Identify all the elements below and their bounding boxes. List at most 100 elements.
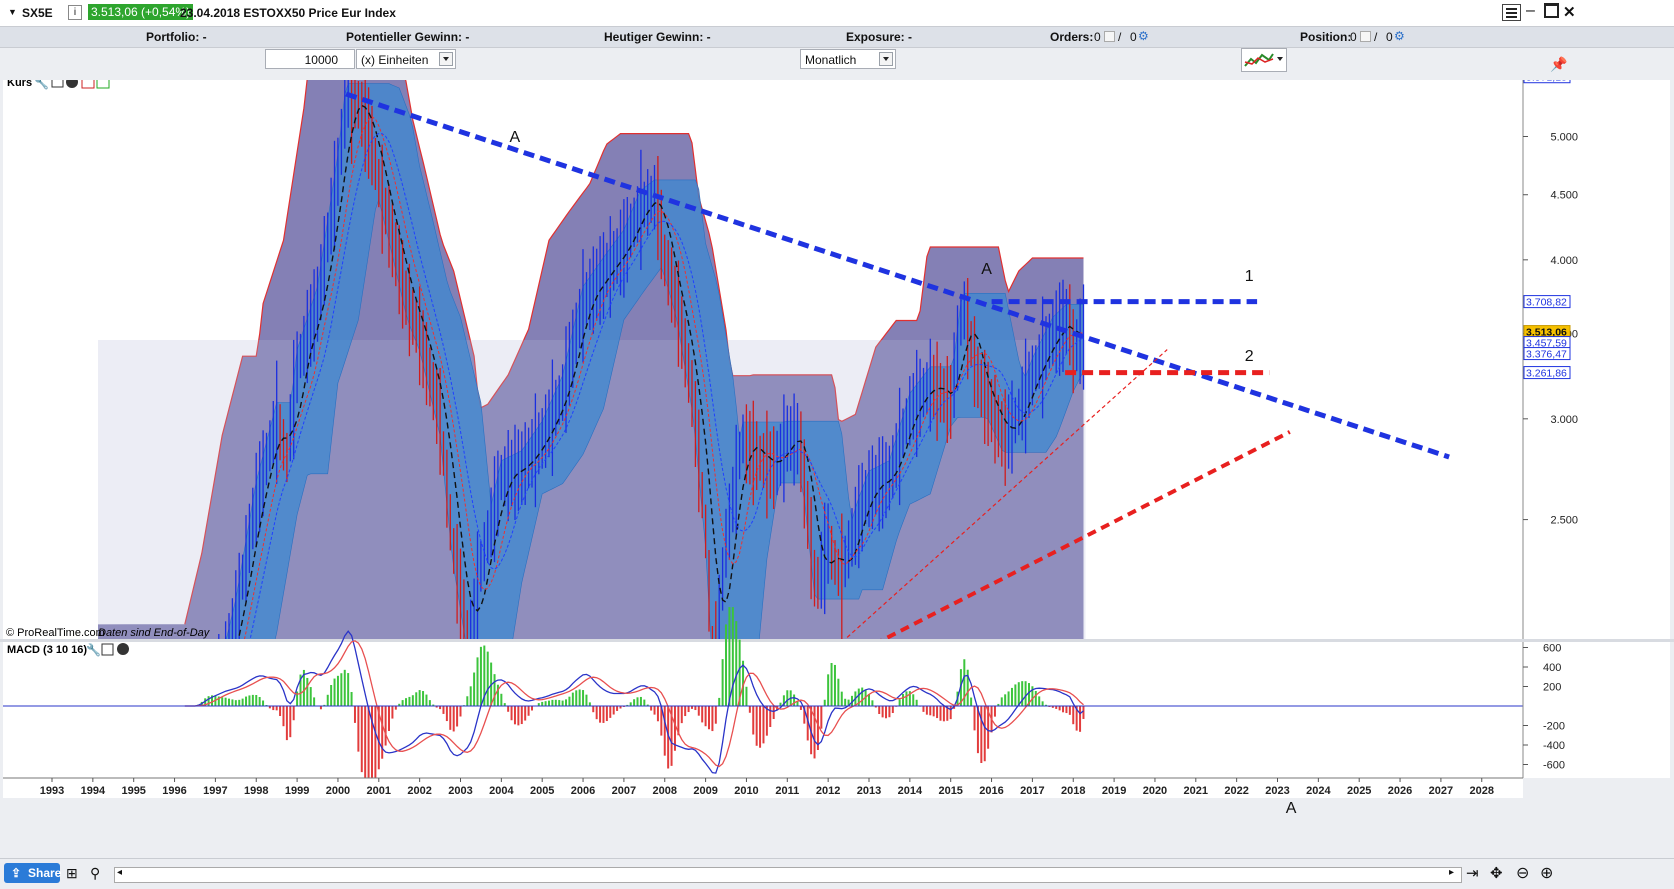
move-up-icon[interactable]	[96, 80, 110, 89]
macd-tick-label: 600	[1543, 643, 1561, 655]
wrench-icon[interactable]: 🔧	[86, 642, 101, 657]
x-tick-label: 2014	[898, 785, 923, 797]
value-label: 5.571,18	[1526, 80, 1567, 84]
annotation-label: 2	[1245, 348, 1254, 365]
close-icon[interactable]: ✕	[1563, 3, 1576, 21]
x-tick-label: 2006	[571, 785, 595, 797]
share-label: Share	[28, 866, 62, 880]
x-tick-label: 2011	[775, 785, 799, 797]
chart-type-icon	[1244, 53, 1274, 67]
potential-gain-label: Potentieller Gewinn: -	[346, 30, 470, 44]
wrench-icon[interactable]: 🔧	[34, 80, 49, 90]
x-tick-label: 2024	[1306, 785, 1331, 797]
macd-tick-label: 400	[1543, 662, 1561, 674]
unit-select[interactable]: (x) Einheiten	[356, 49, 456, 69]
eod-note: Daten sind End-of-Day	[98, 627, 211, 639]
macd-tick-label: -200	[1543, 721, 1565, 733]
chevron-down-icon	[1274, 53, 1288, 67]
macd-tick-label: 200	[1543, 682, 1561, 694]
orders-settings-icon[interactable]: ⚙	[1138, 29, 1149, 43]
x-tick-label: 2005	[530, 785, 554, 797]
position-close-icon[interactable]	[1360, 31, 1371, 42]
x-tick-label: 2009	[693, 785, 717, 797]
x-tick-label: 1993	[40, 785, 64, 797]
scroll-left-icon[interactable]: ◂	[117, 867, 122, 878]
zoom-out-icon[interactable]: ⊖	[1516, 863, 1529, 883]
interval-select[interactable]: Monatlich	[800, 49, 896, 69]
symbol-dropdown-icon[interactable]: ▼	[8, 7, 17, 17]
portfolio-info-bar: Portfolio: - Potentieller Gewinn: - Heut…	[0, 27, 1674, 48]
scroll-right-icon[interactable]: ▸	[1449, 867, 1454, 878]
cursor-settings-icon[interactable]: ⚲	[90, 865, 100, 882]
annotation-label: A	[510, 129, 521, 146]
macd-tick-label: -600	[1543, 760, 1565, 772]
x-tick-label: 2023	[1265, 785, 1289, 797]
orders-close-icon[interactable]	[1104, 31, 1115, 42]
y-tick-label: 5.000	[1550, 132, 1578, 144]
today-gain-label: Heutiger Gewinn: -	[604, 30, 711, 44]
x-tick-label: 2027	[1429, 785, 1453, 797]
maximize-icon[interactable]	[1544, 3, 1559, 18]
x-tick-label: 2013	[857, 785, 881, 797]
annotation-label: A	[981, 261, 992, 278]
x-tick-label: 1996	[162, 785, 186, 797]
x-tick-label: 2015	[938, 785, 962, 797]
position-settings-icon[interactable]: ⚙	[1394, 29, 1405, 43]
orders-value-1: 0	[1094, 30, 1101, 44]
x-tick-label: 2002	[407, 785, 431, 797]
time-scrollbar[interactable]: ◂ ▸	[114, 867, 1462, 883]
window-icon[interactable]	[101, 643, 114, 656]
symbol-name[interactable]: SX5E	[22, 6, 53, 20]
window-icon[interactable]	[51, 80, 64, 88]
scroll-end-icon[interactable]: ⇥	[1466, 864, 1479, 882]
value-label: 3.708,82	[1526, 297, 1567, 309]
x-tick-label: 2001	[367, 785, 391, 797]
zoom-in-icon[interactable]: ⊕	[1540, 863, 1553, 883]
value-label: 3.261,86	[1526, 368, 1567, 380]
macd-panel-tools: 🔧	[86, 642, 129, 657]
drag-icon[interactable]: ✥	[1490, 864, 1503, 882]
chart-type-button[interactable]	[1241, 48, 1287, 72]
minimize-icon[interactable]: ‒	[1526, 2, 1535, 20]
x-tick-label: 2017	[1020, 785, 1044, 797]
x-tick-label: 2004	[489, 785, 514, 797]
x-tick-label: 2020	[1143, 785, 1167, 797]
control-bar: 10000 (x) Einheiten Monatlich 📌	[0, 48, 1674, 78]
price-panel-title: Kurs	[7, 80, 32, 89]
y-tick-label: 2.500	[1550, 515, 1578, 527]
x-tick-label: 2003	[448, 785, 472, 797]
x-tick-label: 2007	[612, 785, 636, 797]
x-tick-label: 2008	[653, 785, 677, 797]
grid-icon[interactable]: ⊞	[66, 865, 78, 882]
x-tick-label: 1998	[244, 785, 268, 797]
quantity-input[interactable]: 10000	[265, 49, 355, 69]
annotation-label: A	[1286, 800, 1297, 817]
share-icon: ⇪	[11, 866, 22, 880]
orders-value-2: 0	[1130, 30, 1137, 44]
position-label: Position:	[1300, 30, 1352, 44]
chart-area: AAA12 2.0002.5003.0003.5004.0004.5005.00…	[0, 80, 1674, 870]
position-value-1: 0	[1350, 30, 1357, 44]
interval-value: Monatlich	[805, 53, 857, 67]
chevron-down-icon	[439, 52, 453, 66]
x-tick-label: 2025	[1347, 785, 1371, 797]
position-value-2: 0	[1386, 30, 1393, 44]
bottom-bar: Share ⇪ ⊞ ⚲ ◂ ▸ ⇥ ✥ ⊖ ⊕	[0, 858, 1674, 889]
remove-icon[interactable]	[117, 643, 129, 655]
annotation-label: 1	[1245, 268, 1254, 285]
y-tick-label: 4.500	[1550, 190, 1578, 202]
info-icon[interactable]: i	[68, 5, 82, 20]
time-axis-bg	[3, 778, 1523, 798]
x-tick-label: 2019	[1102, 785, 1126, 797]
chart-title: 23.04.2018 ESTOXX50 Price Eur Index	[180, 6, 396, 20]
x-tick-label: 2000	[326, 785, 350, 797]
y-tick-label: 3.000	[1550, 414, 1578, 426]
pin-icon[interactable]: 📌	[1550, 56, 1567, 73]
menu-icon[interactable]	[1502, 4, 1521, 21]
orders-label: Orders:	[1050, 30, 1094, 44]
share-button[interactable]: Share ⇪	[4, 863, 62, 883]
macd-tick-label: -400	[1543, 740, 1565, 752]
move-down-icon[interactable]	[81, 80, 95, 89]
x-tick-label: 2021	[1184, 785, 1208, 797]
x-tick-label: 1997	[203, 785, 227, 797]
